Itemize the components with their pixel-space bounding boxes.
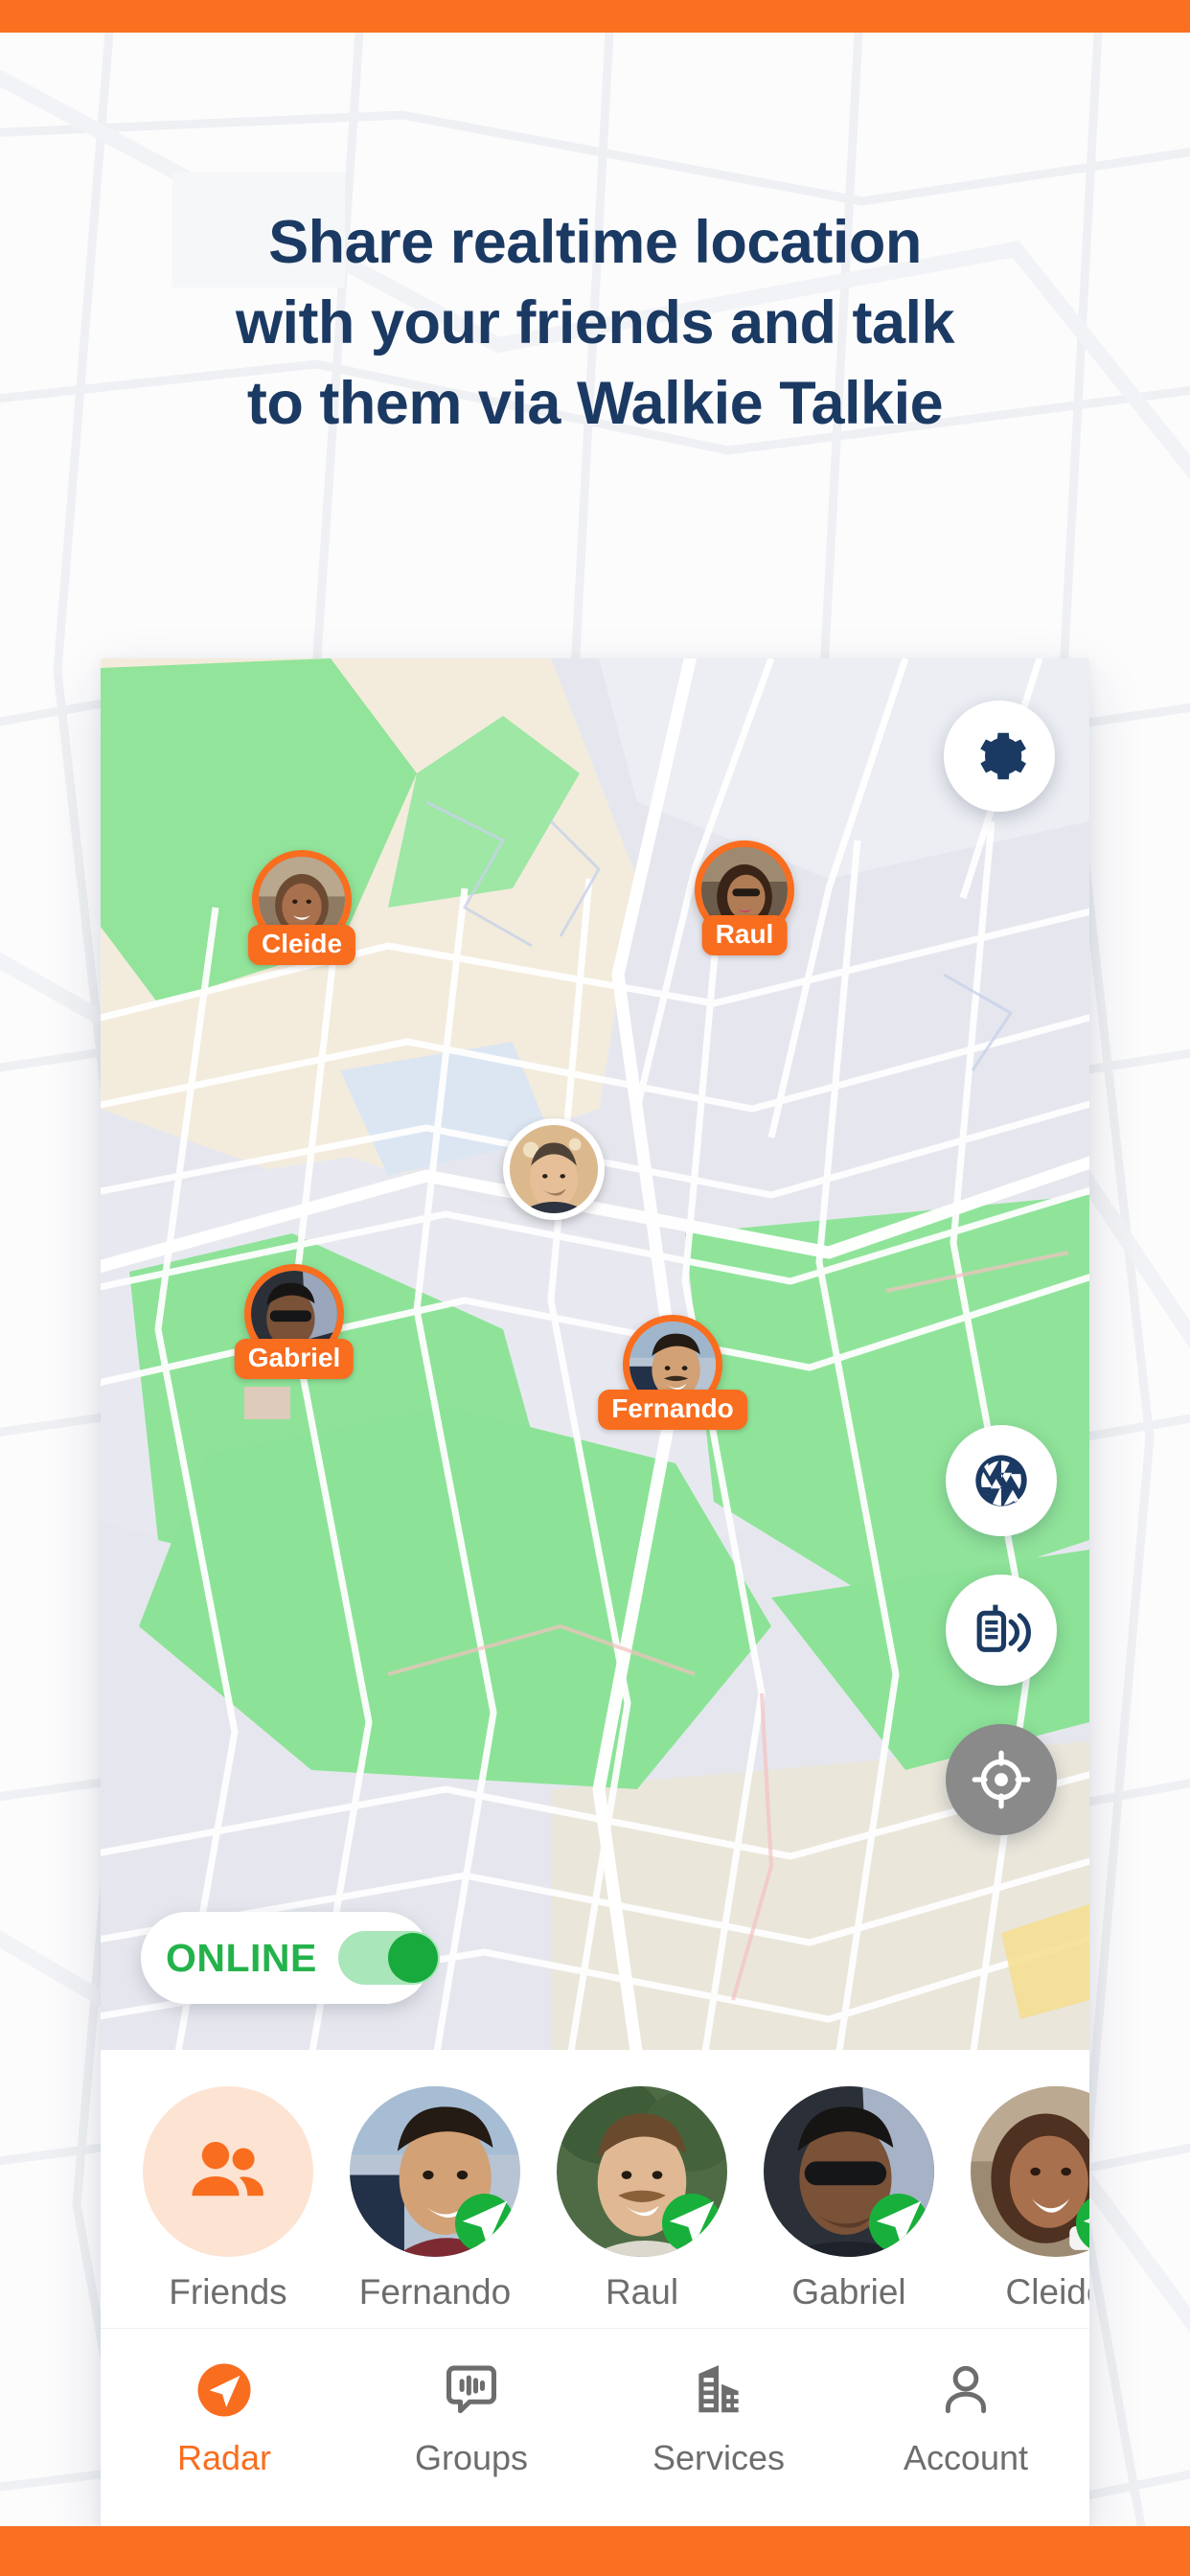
map-marker-raul[interactable]: Raul: [695, 840, 794, 955]
tab-label: Account: [903, 2438, 1029, 2477]
gear-icon: [970, 726, 1029, 786]
tab-services[interactable]: Services: [595, 2358, 842, 2478]
avatar: [557, 2086, 727, 2257]
switch-knob: [387, 1933, 438, 1983]
tab-label: Groups: [414, 2438, 529, 2477]
avatar: [764, 2086, 934, 2257]
online-arrow-badge: [869, 2194, 928, 2253]
online-arrow-badge: [455, 2194, 515, 2253]
bottom-tab-bar[interactable]: Radar Groups Services Account: [101, 2328, 1089, 2527]
friend-item-raul[interactable]: Raul: [557, 2086, 727, 2312]
tab-label: Services: [652, 2438, 786, 2477]
headline-line-3: to them via Walkie Talkie: [246, 369, 944, 437]
friends-button[interactable]: Friends: [143, 2086, 313, 2312]
online-arrow-badge: [1076, 2194, 1089, 2253]
marker-label: Raul: [701, 915, 788, 955]
map-locate-button[interactable]: [946, 1724, 1057, 1835]
map-marker-self[interactable]: [503, 1118, 605, 1220]
friend-label: Raul: [605, 2272, 679, 2312]
map-marker-fernando[interactable]: Fernando: [598, 1315, 747, 1430]
bottom-orange-bar: [0, 2526, 1190, 2576]
friend-label: Friends: [169, 2272, 287, 2312]
people-group-icon: [184, 2128, 272, 2216]
friend-label: Fernando: [358, 2272, 512, 2312]
online-arrow-badge: [662, 2194, 721, 2253]
avatar: [971, 2086, 1089, 2257]
marker-label: Fernando: [598, 1390, 747, 1430]
tab-groups[interactable]: Groups: [348, 2358, 595, 2478]
headline-line-2: with your friends and talk: [235, 288, 955, 356]
avatar: [350, 2086, 520, 2257]
person-icon: [936, 2358, 995, 2423]
map-settings-button[interactable]: [944, 701, 1055, 812]
marker-label: Gabriel: [234, 1339, 355, 1379]
online-switch[interactable]: [337, 1931, 440, 1985]
tab-label: Radar: [176, 2438, 272, 2477]
marker-label: Cleide: [247, 925, 356, 965]
buildings-icon: [689, 2358, 748, 2423]
walkie-talkie-icon: [970, 1598, 1033, 1662]
promo-screenshot: Share realtime location with your friend…: [0, 0, 1190, 2576]
avatar: [503, 1118, 605, 1220]
friend-label: Cleide: [1005, 2272, 1089, 2312]
map-view[interactable]: Cleide Raul Gabriel Fernando ONLINE: [101, 658, 1089, 2050]
camera-shutter-icon: [971, 1450, 1032, 1511]
navigation-arrow-icon: [193, 2358, 256, 2423]
avatar: [143, 2086, 313, 2257]
online-status-label: ONLINE: [166, 1935, 317, 1980]
top-orange-bar: [0, 0, 1190, 33]
crosshair-locate-icon: [971, 1749, 1032, 1810]
tab-radar[interactable]: Radar: [101, 2358, 348, 2478]
online-status-toggle[interactable]: ONLINE: [141, 1912, 440, 2004]
map-marker-cleide[interactable]: Cleide: [247, 850, 356, 965]
tab-account[interactable]: Account: [842, 2358, 1089, 2478]
map-camera-button[interactable]: [946, 1425, 1057, 1536]
friend-label: Gabriel: [791, 2272, 906, 2312]
map-walkie-talkie-button[interactable]: [946, 1575, 1057, 1686]
friend-item-gabriel[interactable]: Gabriel: [764, 2086, 934, 2312]
phone-mockup: Cleide Raul Gabriel Fernando ONLINE Frie…: [101, 658, 1089, 2527]
page-title: Share realtime location with your friend…: [0, 203, 1190, 444]
headline-line-1: Share realtime location: [268, 209, 922, 276]
friends-strip[interactable]: Friends Fernando Raul Gabriel Cleid: [101, 2050, 1089, 2328]
friend-item-cleide[interactable]: Cleide: [971, 2086, 1089, 2312]
friend-item-fernando[interactable]: Fernando: [350, 2086, 520, 2312]
voice-bubble-icon: [441, 2358, 502, 2423]
map-marker-gabriel[interactable]: Gabriel: [234, 1264, 355, 1379]
